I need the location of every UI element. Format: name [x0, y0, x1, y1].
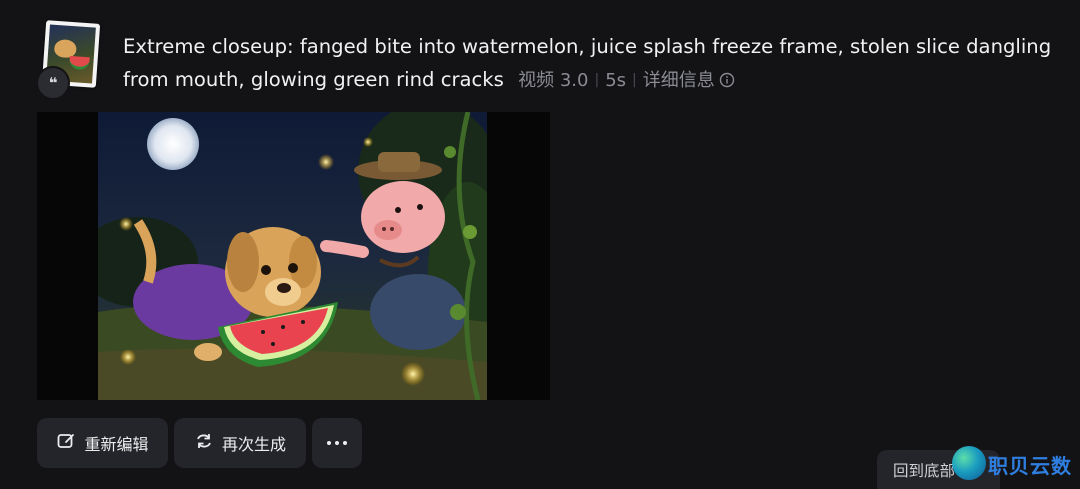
video-duration: 5s: [605, 70, 627, 91]
divider: |: [632, 72, 637, 88]
divider: |: [594, 72, 600, 88]
prompt-text-block: Extreme closeup: fanged bite into waterm…: [123, 30, 1073, 99]
more-dots-icon: [327, 441, 347, 445]
back-to-bottom-label: 回到底部: [893, 461, 956, 480]
re-edit-label: 重新编辑: [84, 435, 149, 454]
edit-icon: [56, 431, 76, 455]
generation-meta: 视频 3.0 | 5s | 详细信息: [518, 70, 735, 91]
details-link[interactable]: 详细信息: [643, 70, 715, 91]
quote-icon: ❝: [36, 66, 70, 100]
re-edit-button[interactable]: 重新编辑: [37, 418, 168, 468]
watermark: 职贝云数: [950, 446, 1080, 486]
generated-video-preview[interactable]: [37, 112, 550, 400]
refresh-icon: [194, 431, 214, 455]
reference-thumbnail[interactable]: ❝: [36, 20, 106, 100]
regenerate-button[interactable]: 再次生成: [174, 418, 306, 468]
watermark-text: 职贝云数: [988, 454, 1072, 478]
video-frame-image: [98, 112, 487, 400]
more-options-button[interactable]: [312, 418, 362, 468]
model-version: 视频 3.0: [518, 70, 589, 91]
globe-logo-icon: [952, 446, 986, 480]
info-icon[interactable]: [719, 66, 735, 99]
regenerate-label: 再次生成: [221, 435, 286, 454]
